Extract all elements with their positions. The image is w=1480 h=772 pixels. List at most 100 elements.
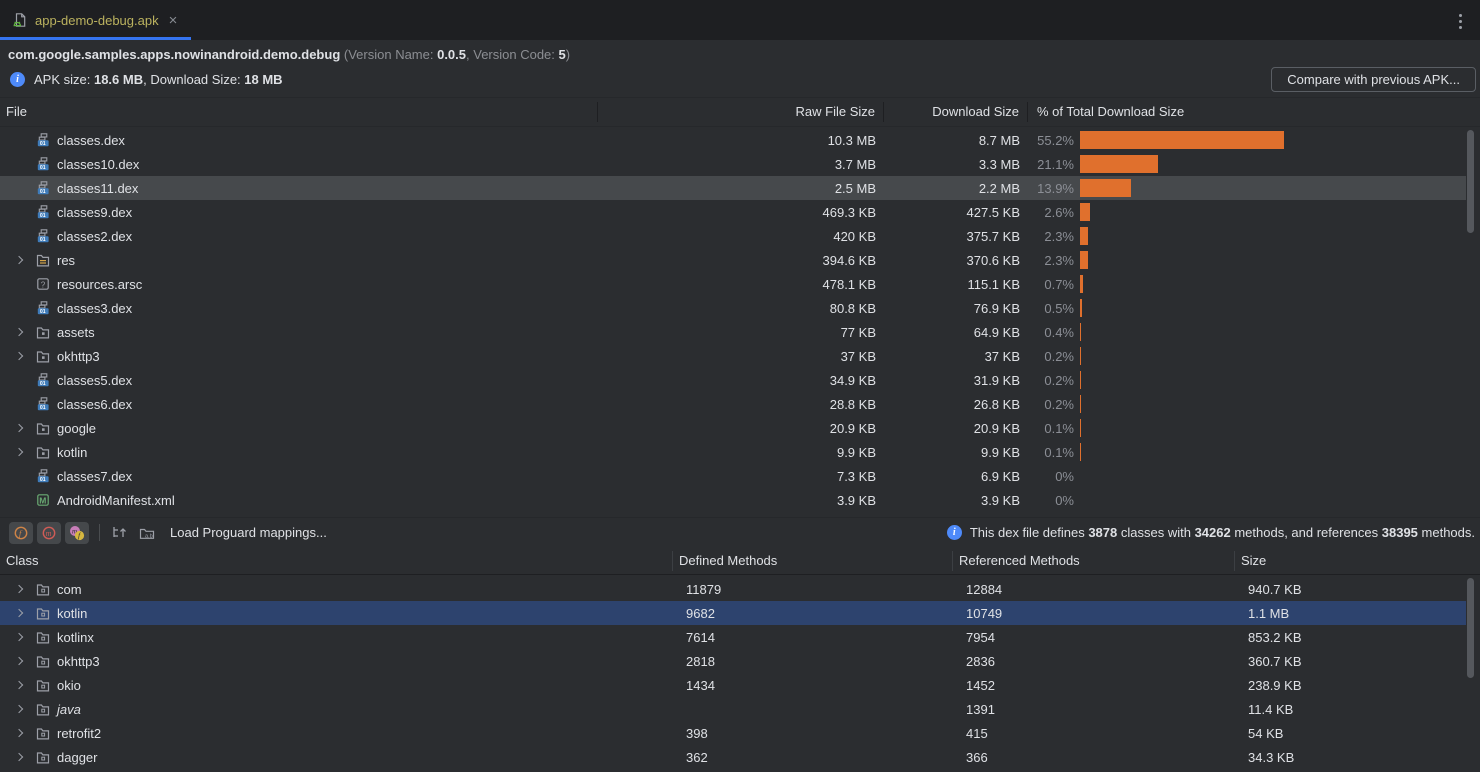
file-name-cell: 01classes2.dex	[0, 224, 598, 248]
file-row[interactable]: ?resources.arsc478.1 KB115.1 KB0.7%	[0, 272, 1466, 296]
raw-file-size-cell: 20.9 KB	[598, 421, 884, 436]
column-header-defined-methods[interactable]: Defined Methods	[672, 551, 952, 571]
chevron-right-icon[interactable]	[12, 634, 28, 640]
percent-bar-cell	[1076, 368, 1466, 392]
file-row[interactable]: google20.9 KB20.9 KB0.1%	[0, 416, 1466, 440]
arsc-file-icon: ?	[35, 276, 51, 292]
file-name-cell: kotlin	[0, 440, 598, 464]
chevron-right-icon[interactable]	[12, 449, 28, 455]
class-row[interactable]: com1187912884940.7 KB	[0, 577, 1466, 601]
dex-file-icon: 01	[35, 132, 51, 148]
class-row[interactable]: kotlin9682107491.1 MB	[0, 601, 1466, 625]
referenced-methods-cell: 366	[952, 750, 1234, 765]
file-name-label: classes10.dex	[57, 157, 139, 172]
percent-bar-cell	[1076, 488, 1466, 512]
percent-bar	[1080, 371, 1081, 389]
compare-with-previous-apk-button[interactable]: Compare with previous APK...	[1271, 67, 1476, 92]
file-row[interactable]: 01classes9.dex469.3 KB427.5 KB2.6%	[0, 200, 1466, 224]
percent-bar-cell	[1076, 128, 1466, 152]
percent-bar	[1080, 203, 1090, 221]
chevron-right-icon[interactable]	[12, 610, 28, 616]
column-header-raw-file-size[interactable]: Raw File Size	[598, 102, 884, 122]
file-name-cell: assets	[0, 320, 598, 344]
column-header-referenced-methods[interactable]: Referenced Methods	[952, 551, 1234, 571]
dex-file-icon: 01	[35, 300, 51, 316]
download-size-cell: 375.7 KB	[884, 229, 1028, 244]
chevron-right-icon[interactable]	[12, 586, 28, 592]
file-row[interactable]: 01classes2.dex420 KB375.7 KB2.3%	[0, 224, 1466, 248]
folder-icon	[35, 444, 51, 460]
download-size-cell: 3.9 KB	[884, 493, 1028, 508]
file-row[interactable]: okhttp337 KB37 KB0.2%	[0, 344, 1466, 368]
file-row[interactable]: 01classes10.dex3.7 MB3.3 MB21.1%	[0, 152, 1466, 176]
chevron-right-icon[interactable]	[12, 682, 28, 688]
raw-file-size-cell: 3.7 MB	[598, 157, 884, 172]
tab-close-icon[interactable]: ×	[169, 13, 178, 28]
percent-bar-cell	[1076, 344, 1466, 368]
class-row[interactable]: dagger36236634.3 KB	[0, 745, 1466, 769]
file-row[interactable]: 01classes7.dex7.3 KB6.9 KB0%	[0, 464, 1466, 488]
chevron-right-icon[interactable]	[12, 329, 28, 335]
svg-text:01: 01	[40, 237, 46, 243]
dex-viewer-toolbar: f m m f a.b Load Proguard mappings... i …	[0, 517, 1480, 547]
chevron-right-icon[interactable]	[12, 706, 28, 712]
show-referenced-nodes-toggle[interactable]: m f	[65, 522, 89, 544]
percent-bar-cell	[1076, 416, 1466, 440]
class-row[interactable]: okio14341452238.9 KB	[0, 673, 1466, 697]
file-name-cell: ?resources.arsc	[0, 272, 598, 296]
deobfuscate-names-icon[interactable]: a.b	[136, 522, 158, 544]
chevron-right-icon[interactable]	[12, 730, 28, 736]
file-name-cell: 01classes6.dex	[0, 392, 598, 416]
download-size-cell: 9.9 KB	[884, 445, 1028, 460]
chevron-right-icon[interactable]	[12, 754, 28, 760]
vertical-scrollbar-thumb[interactable]	[1467, 130, 1474, 233]
download-size-cell: 31.9 KB	[884, 373, 1028, 388]
class-row[interactable]: okhttp328182836360.7 KB	[0, 649, 1466, 673]
referenced-methods-cell: 1391	[952, 702, 1234, 717]
chevron-right-icon[interactable]	[12, 425, 28, 431]
resource-folder-icon	[35, 252, 51, 268]
file-row[interactable]: 01classes3.dex80.8 KB76.9 KB0.5%	[0, 296, 1466, 320]
file-row[interactable]: MAndroidManifest.xml3.9 KB3.9 KB0%	[0, 488, 1466, 512]
raw-file-size-cell: 9.9 KB	[598, 445, 884, 460]
file-row[interactable]: res394.6 KB370.6 KB2.3%	[0, 248, 1466, 272]
file-row[interactable]: 01classes.dex10.3 MB8.7 MB55.2%	[0, 128, 1466, 152]
tab-apk-file[interactable]: app-demo-debug.apk ×	[0, 0, 191, 40]
file-name-label: kotlin	[57, 445, 87, 460]
column-header-file[interactable]: File	[0, 102, 598, 122]
file-row[interactable]: 01classes6.dex28.8 KB26.8 KB0.2%	[0, 392, 1466, 416]
column-header-percent-of-total[interactable]: % of Total Download Size	[1028, 102, 1480, 122]
percent-text-cell: 0.4%	[1028, 325, 1076, 340]
show-fields-toggle[interactable]: f	[9, 522, 33, 544]
file-row[interactable]: 01classes5.dex34.9 KB31.9 KB0.2%	[0, 368, 1466, 392]
percent-bar-cell	[1076, 464, 1466, 488]
show-methods-toggle[interactable]: m	[37, 522, 61, 544]
vertical-scrollbar-thumb[interactable]	[1467, 578, 1474, 678]
download-size-cell: 115.1 KB	[884, 277, 1028, 292]
chevron-right-icon[interactable]	[12, 353, 28, 359]
file-row[interactable]: assets77 KB64.9 KB0.4%	[0, 320, 1466, 344]
chevron-right-icon[interactable]	[12, 257, 28, 263]
column-header-class[interactable]: Class	[0, 551, 672, 571]
percent-text-cell: 2.6%	[1028, 205, 1076, 220]
class-row[interactable]: kotlinx76147954853.2 KB	[0, 625, 1466, 649]
class-name-cell: java	[0, 697, 672, 721]
column-header-download-size[interactable]: Download Size	[884, 102, 1028, 122]
file-row[interactable]: 01classes11.dex2.5 MB2.2 MB13.9%	[0, 176, 1466, 200]
dex-file-icon: 01	[35, 396, 51, 412]
version-info: (Version Name: 0.0.5, Version Code: 5)	[344, 47, 570, 62]
expand-tree-icon[interactable]	[108, 522, 130, 544]
class-row[interactable]: retrofit239841554 KB	[0, 721, 1466, 745]
load-proguard-mappings-link[interactable]: Load Proguard mappings...	[170, 525, 327, 540]
download-size-cell: 2.2 MB	[884, 181, 1028, 196]
more-options-icon[interactable]	[1457, 12, 1464, 31]
svg-text:?: ?	[41, 280, 46, 289]
package-icon	[35, 677, 51, 693]
chevron-right-icon[interactable]	[12, 658, 28, 664]
class-row[interactable]: java139111.4 KB	[0, 697, 1466, 721]
column-header-size[interactable]: Size	[1234, 551, 1480, 571]
percent-text-cell: 0%	[1028, 493, 1076, 508]
apk-size-line: i APK size: 18.6 MB, Download Size: 18 M…	[10, 72, 1480, 87]
file-row[interactable]: kotlin9.9 KB9.9 KB0.1%	[0, 440, 1466, 464]
percent-text-cell: 55.2%	[1028, 133, 1076, 148]
